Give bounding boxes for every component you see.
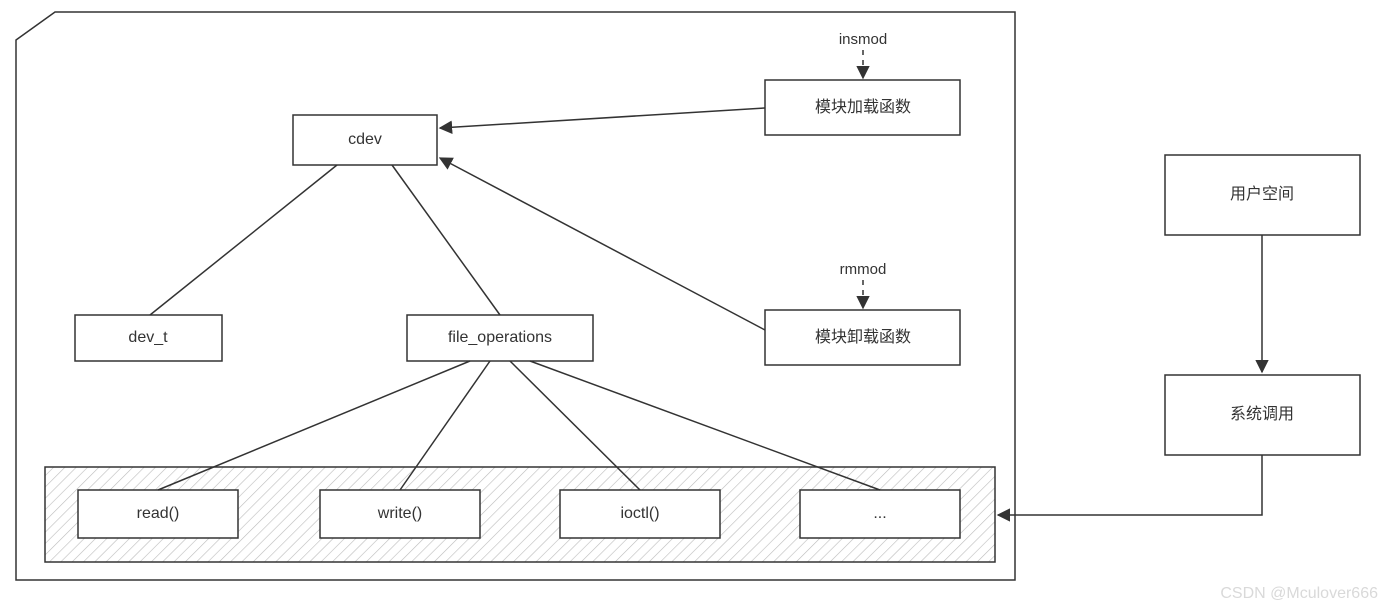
rmmod-label: rmmod	[840, 261, 887, 278]
fileops-label: file_operations	[448, 329, 552, 346]
cdev-to-devt-line	[150, 165, 337, 315]
write-label: write()	[377, 505, 422, 522]
ioctl-label: ioctl()	[620, 505, 659, 522]
cdev-to-fileops-line	[392, 165, 500, 315]
watermark-text: CSDN @Mculover666	[1220, 585, 1378, 602]
module-load-label: 模块加载函数	[815, 98, 911, 116]
user-space-label: 用户空间	[1230, 185, 1294, 203]
more-label: ...	[873, 505, 886, 522]
insmod-label: insmod	[839, 31, 887, 48]
syscall-to-ops-arrow	[998, 455, 1262, 515]
devt-label: dev_t	[128, 329, 168, 346]
load-to-cdev-arrow	[440, 108, 765, 128]
unload-to-cdev-arrow	[440, 158, 765, 330]
read-label: read()	[137, 505, 180, 522]
syscall-label: 系统调用	[1230, 405, 1294, 423]
cdev-label: cdev	[348, 131, 382, 148]
module-unload-label: 模块卸载函数	[815, 328, 911, 346]
